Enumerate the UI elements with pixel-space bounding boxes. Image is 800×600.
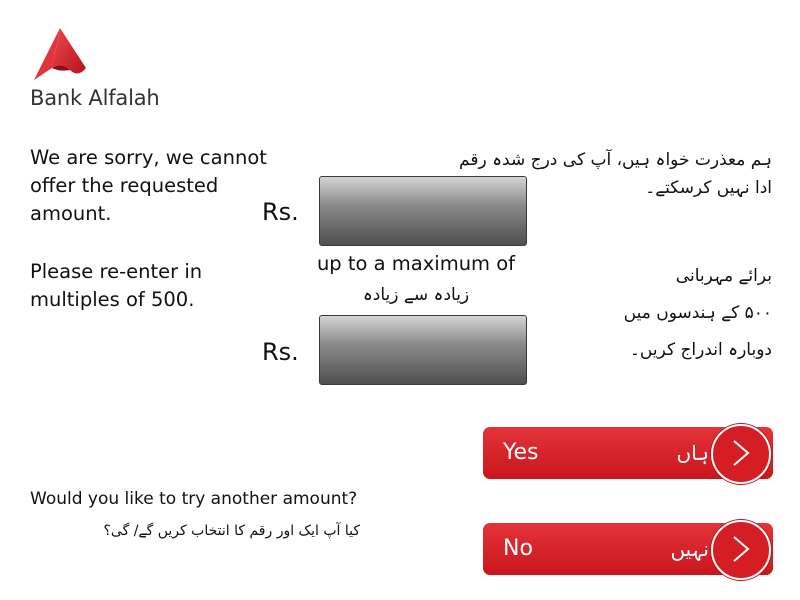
maximum-label-ur: زیادہ سے زیادہ: [362, 285, 470, 305]
chevron-right-icon: [711, 520, 771, 580]
sorry-message-ur-line1: ہم معذرت خواہ ہیں، آپ کی درج شدہ رقم: [459, 150, 772, 170]
reenter-message-ur-line3: دوبارہ اندراج کریں۔: [629, 340, 772, 360]
reenter-message-en: Please re-enter in multiples of 500.: [30, 260, 203, 311]
brand-name: Bank Alfalah: [30, 86, 160, 110]
try-again-question-ur: کیا آپ ایک اور رقم کا انتخاب کریں گے/ گی…: [103, 523, 361, 539]
yes-button[interactable]: Yes ہاں: [483, 424, 773, 484]
reenter-message-ur-line1: برائے مہربانی: [675, 266, 772, 286]
maximum-label-en: up to a maximum of: [316, 252, 516, 275]
no-button-label-ur: نہیں: [670, 537, 709, 561]
requested-amount-display: [319, 176, 527, 246]
currency-label: Rs.: [262, 338, 299, 366]
reenter-message-ur: برائے مہربانی ۵۰۰ کے ہندسوں میں دوبارہ ا…: [560, 258, 772, 369]
sorry-message-en: We are sorry, we cannot offer the reques…: [30, 146, 267, 225]
maximum-amount-display: [319, 315, 527, 385]
no-button[interactable]: No نہیں: [483, 520, 773, 580]
alfalah-logo-icon: [30, 26, 88, 84]
chevron-right-icon: [711, 424, 771, 484]
no-button-label-en: No: [503, 536, 533, 561]
yes-button-label-ur: ہاں: [676, 441, 710, 465]
reenter-message-ur-line2: ۵۰۰ کے ہندسوں میں: [623, 303, 772, 323]
currency-label: Rs.: [262, 198, 299, 226]
yes-button-label-en: Yes: [503, 440, 539, 465]
try-again-question-en: Would you like to try another amount?: [30, 489, 358, 509]
